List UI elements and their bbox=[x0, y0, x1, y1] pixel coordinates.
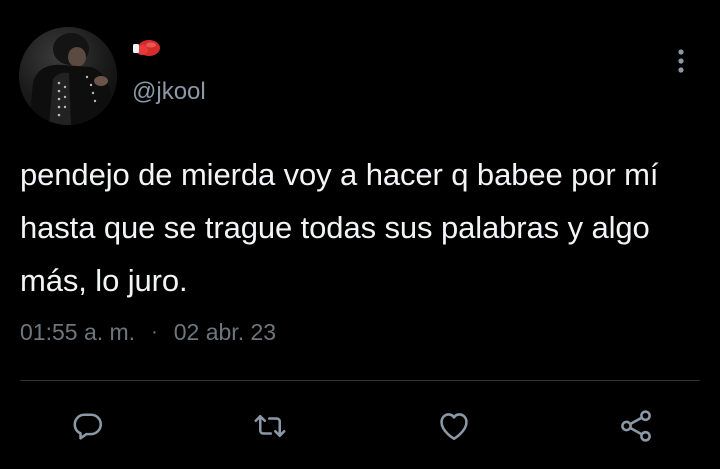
share-icon bbox=[621, 410, 651, 442]
divider bbox=[20, 380, 700, 381]
like-button[interactable] bbox=[434, 406, 474, 446]
retweet-button[interactable] bbox=[250, 406, 290, 446]
avatar[interactable] bbox=[19, 27, 117, 125]
tweet-time: 01:55 a. m. bbox=[20, 319, 136, 345]
retweet-icon bbox=[254, 414, 286, 438]
boxing-glove-icon bbox=[133, 40, 160, 56]
reply-icon bbox=[73, 413, 103, 440]
avatar-image bbox=[19, 27, 117, 125]
heart-icon bbox=[440, 413, 468, 441]
user-handle[interactable]: @jkool bbox=[132, 78, 206, 106]
tweet-timestamp[interactable]: 01:55 a. m. · 02 abr. 23 bbox=[20, 316, 276, 348]
tweet-date: 02 abr. 23 bbox=[173, 319, 277, 345]
more-vertical-icon bbox=[678, 49, 684, 73]
display-name[interactable] bbox=[132, 38, 162, 58]
more-options-button[interactable] bbox=[664, 44, 698, 78]
tweet-text: pendejo de mierda voy a hacer q babee po… bbox=[20, 157, 659, 298]
meta-separator: · bbox=[151, 321, 158, 343]
tweet-card: @jkool pendejo de mierda voy a hacer q b… bbox=[0, 0, 720, 469]
reply-button[interactable] bbox=[68, 406, 108, 446]
share-button[interactable] bbox=[616, 406, 656, 446]
